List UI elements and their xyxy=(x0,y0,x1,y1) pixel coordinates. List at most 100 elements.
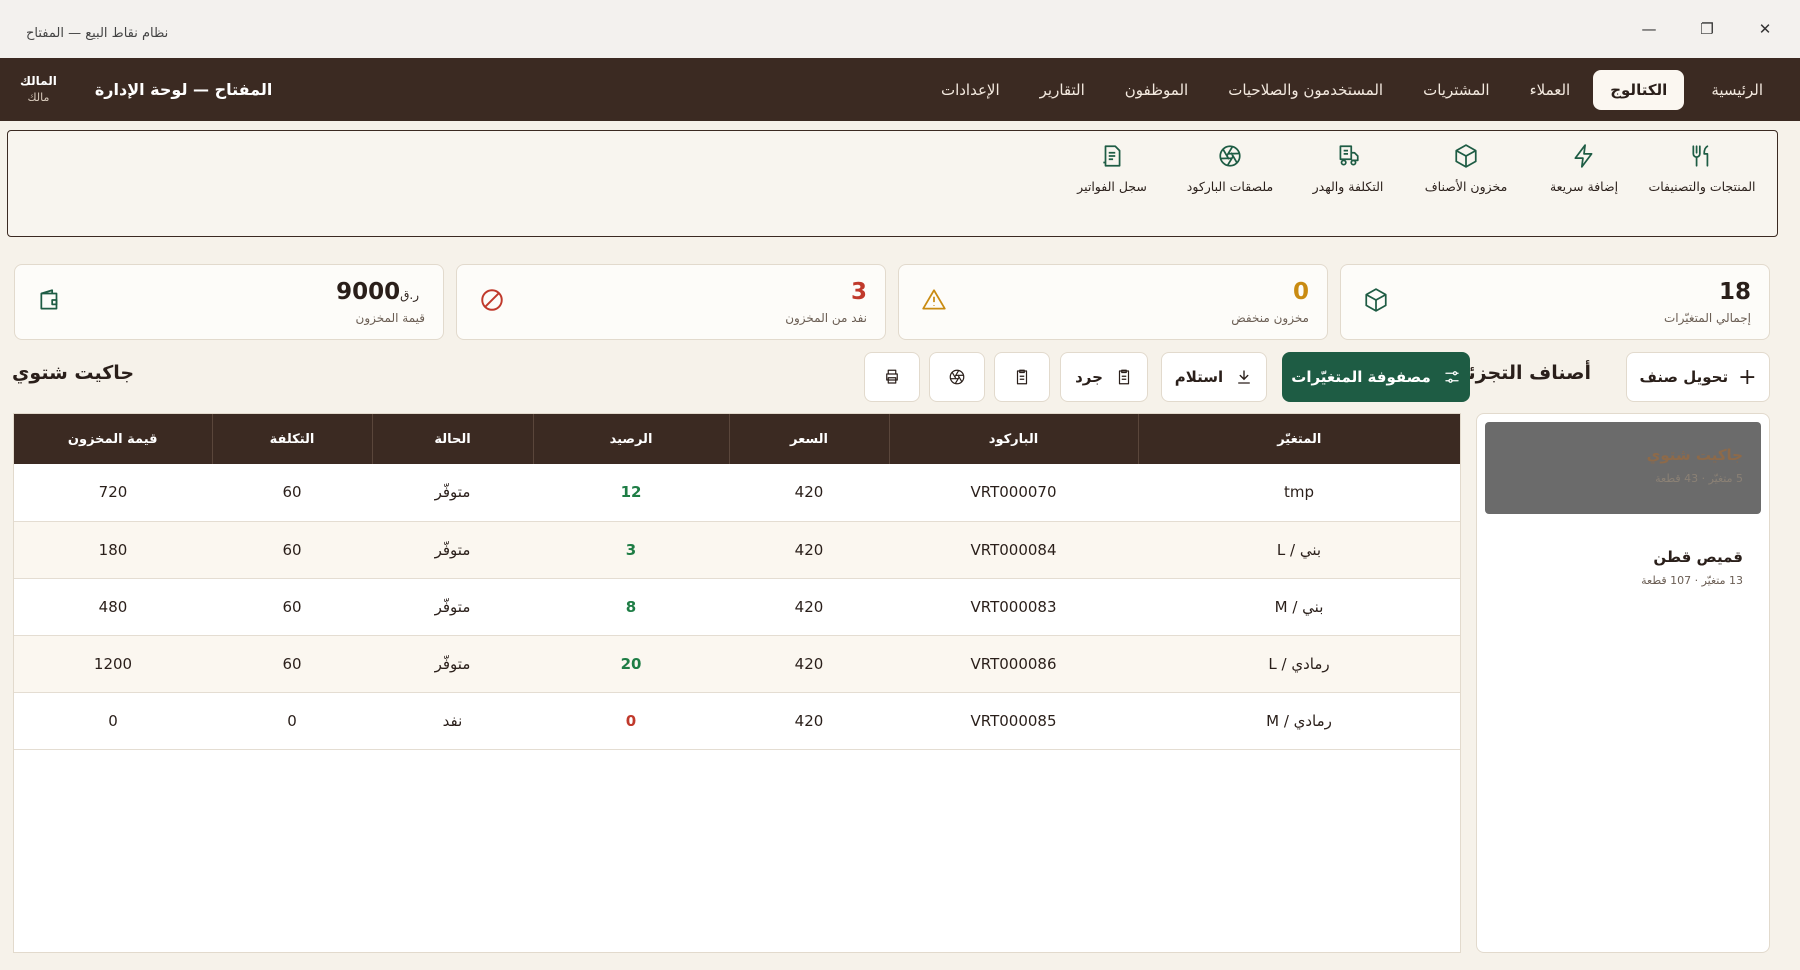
subnav-cost-waste[interactable]: التكلفة والهدر xyxy=(1289,143,1407,197)
stat-value: 9000 xyxy=(336,279,401,305)
column-header-barcode[interactable]: الباركود xyxy=(888,414,1138,464)
window-title: نظام نقاط البيع — المفتاح xyxy=(26,25,169,41)
brand-title: المفتاح — لوحة الإدارة xyxy=(94,80,273,99)
table-row[interactable]: بني / M VRT000083 420 8 متوفّر 60 480 xyxy=(14,578,1460,636)
table-row[interactable]: tmp VRT000070 420 12 متوفّر 60 720 xyxy=(14,464,1460,522)
subnav-products-categories[interactable]: المنتجات والتصنيفات xyxy=(1643,143,1761,197)
cell-barcode: VRT000086 xyxy=(889,635,1138,693)
column-header-price[interactable]: السعر xyxy=(728,414,889,464)
wallet-icon xyxy=(37,287,63,317)
cell-variant: بني / L xyxy=(1138,521,1460,579)
column-header-balance[interactable]: الرصيد xyxy=(532,414,729,464)
cell-stock-value: 0 xyxy=(14,692,212,750)
cell-cost: 60 xyxy=(212,578,372,636)
variants-matrix-label: مصفوفة المتغيّرات xyxy=(1291,368,1431,386)
user-badge[interactable]: المالك مالك xyxy=(20,72,57,107)
subnav-item-stock[interactable]: مخزون الأصناف xyxy=(1407,143,1525,197)
subnav-label: سجل الفواتير xyxy=(1077,179,1147,194)
aperture-icon xyxy=(1219,145,1241,167)
box-icon xyxy=(1363,287,1389,317)
printer-icon xyxy=(886,369,898,384)
column-header-variant[interactable]: المتغيّر xyxy=(1137,414,1460,464)
cell-status: متوفّر xyxy=(372,521,533,579)
stat-label: مخزون منخفض xyxy=(1231,311,1309,325)
tab-home[interactable]: الرئيسية xyxy=(1694,70,1780,110)
cell-barcode: VRT000084 xyxy=(889,521,1138,579)
subnav-quick-add[interactable]: إضافة سريعة xyxy=(1525,143,1643,197)
column-header-cost[interactable]: التكلفة xyxy=(211,414,372,464)
subnav-label: التكلفة والهدر xyxy=(1312,179,1384,194)
stat-stock-value: ر.ق9000 قيمة المخزون xyxy=(14,264,444,340)
cell-variant: بني / M xyxy=(1138,578,1460,636)
tab-customers[interactable]: العملاء xyxy=(1513,70,1588,110)
user-role: مالك xyxy=(27,91,50,105)
tab-users-permissions[interactable]: المستخدمون والصلاحيات xyxy=(1211,70,1400,110)
print-button[interactable] xyxy=(864,352,920,402)
stat-value-wrap: ر.ق9000 xyxy=(336,279,425,305)
cell-status: متوفّر xyxy=(372,464,533,522)
subnav-label: مخزون الأصناف xyxy=(1424,179,1508,194)
stat-label: قيمة المخزون xyxy=(355,311,425,325)
table-row[interactable]: رمادي / M VRT000085 420 0 نفد 0 0 xyxy=(14,692,1460,750)
cell-stock-value: 480 xyxy=(14,578,212,636)
table-row[interactable]: بني / L VRT000084 420 3 متوفّر 60 180 xyxy=(14,521,1460,579)
stat-low-stock: 0 مخزون منخفض xyxy=(898,264,1328,340)
cell-cost: 60 xyxy=(212,521,372,579)
convert-item-button[interactable]: + تحويل صنف xyxy=(1626,352,1770,402)
box-icon xyxy=(1455,144,1477,168)
tab-purchases[interactable]: المشتريات xyxy=(1406,70,1506,110)
cell-balance: 3 xyxy=(533,521,729,579)
cell-price: 420 xyxy=(729,464,889,522)
document-icon xyxy=(1103,145,1121,167)
stocktake-button[interactable]: جرد xyxy=(1060,352,1148,402)
variants-matrix-button[interactable]: مصفوفة المتغيّرات xyxy=(1282,352,1470,402)
cell-variant: رمادي / M xyxy=(1138,692,1460,750)
table-title: جاكيت شتوي xyxy=(12,362,135,384)
categories-title: أصناف التجزئة xyxy=(1456,362,1591,384)
lightning-icon xyxy=(1574,144,1593,168)
download-icon xyxy=(1238,370,1251,384)
maximize-icon[interactable]: ❐ xyxy=(1698,20,1716,38)
cell-status: متوفّر xyxy=(372,635,533,693)
cell-balance: 20 xyxy=(533,635,729,693)
stat-out-of-stock: 3 نفد من المخزون xyxy=(456,264,886,340)
stat-value: 18 xyxy=(1718,279,1751,305)
stat-label: نفد من المخزون xyxy=(785,311,867,325)
column-header-stock-value[interactable]: قيمة المخزون xyxy=(14,414,212,464)
category-name: قميص قطن xyxy=(1653,548,1743,566)
tab-reports[interactable]: التقارير xyxy=(1023,70,1102,110)
variants-table: المتغيّر الباركود السعر الرصيد الحالة ال… xyxy=(13,413,1461,953)
cell-balance: 12 xyxy=(533,464,729,522)
catalog-subnav: المنتجات والتصنيفات إضافة سريعة مخزون ال… xyxy=(7,130,1778,237)
column-header-status[interactable]: الحالة xyxy=(371,414,533,464)
receive-button[interactable]: استلام xyxy=(1161,352,1267,402)
category-card[interactable]: جاكيت شتوي 5 متغيّر · 43 قطعة xyxy=(1485,422,1761,514)
cell-variant: رمادي / L xyxy=(1138,635,1460,693)
tab-settings[interactable]: الإعدادات xyxy=(924,70,1017,110)
currency-label: ر.ق xyxy=(400,288,419,302)
plus-icon: + xyxy=(1738,364,1757,390)
table-row[interactable]: رمادي / L VRT000086 420 20 متوفّر 60 120… xyxy=(14,635,1460,693)
cell-price: 420 xyxy=(729,635,889,693)
cell-cost: 60 xyxy=(212,464,372,522)
subnav-invoice-log[interactable]: سجل الفواتير xyxy=(1053,143,1171,197)
convert-item-label: تحويل صنف xyxy=(1639,368,1729,386)
category-card[interactable]: قميص قطن 13 متغيّر · 107 قطعة xyxy=(1485,524,1761,616)
close-icon[interactable]: ✕ xyxy=(1756,20,1774,38)
ban-icon xyxy=(479,287,505,317)
subnav-barcode-labels[interactable]: ملصقات الباركود xyxy=(1171,143,1289,197)
tab-employees[interactable]: الموظفون xyxy=(1108,70,1205,110)
checklist-icon xyxy=(1016,369,1028,385)
nav-tabs: الرئيسية الكتالوج العملاء المشتريات المس… xyxy=(924,69,1780,110)
cell-status: متوفّر xyxy=(372,578,533,636)
cell-price: 420 xyxy=(729,521,889,579)
tab-catalog[interactable]: الكتالوج xyxy=(1593,69,1685,110)
category-meta: 5 متغيّر · 43 قطعة xyxy=(1655,472,1743,485)
cell-balance: 8 xyxy=(533,578,729,636)
minimize-icon[interactable]: — xyxy=(1640,20,1658,38)
barcode-labels-button[interactable] xyxy=(929,352,985,402)
cell-variant: tmp xyxy=(1138,464,1460,522)
window-controls: — ❐ ✕ xyxy=(1640,20,1774,38)
utensils-icon xyxy=(1692,145,1709,167)
checklist-button[interactable] xyxy=(994,352,1050,402)
